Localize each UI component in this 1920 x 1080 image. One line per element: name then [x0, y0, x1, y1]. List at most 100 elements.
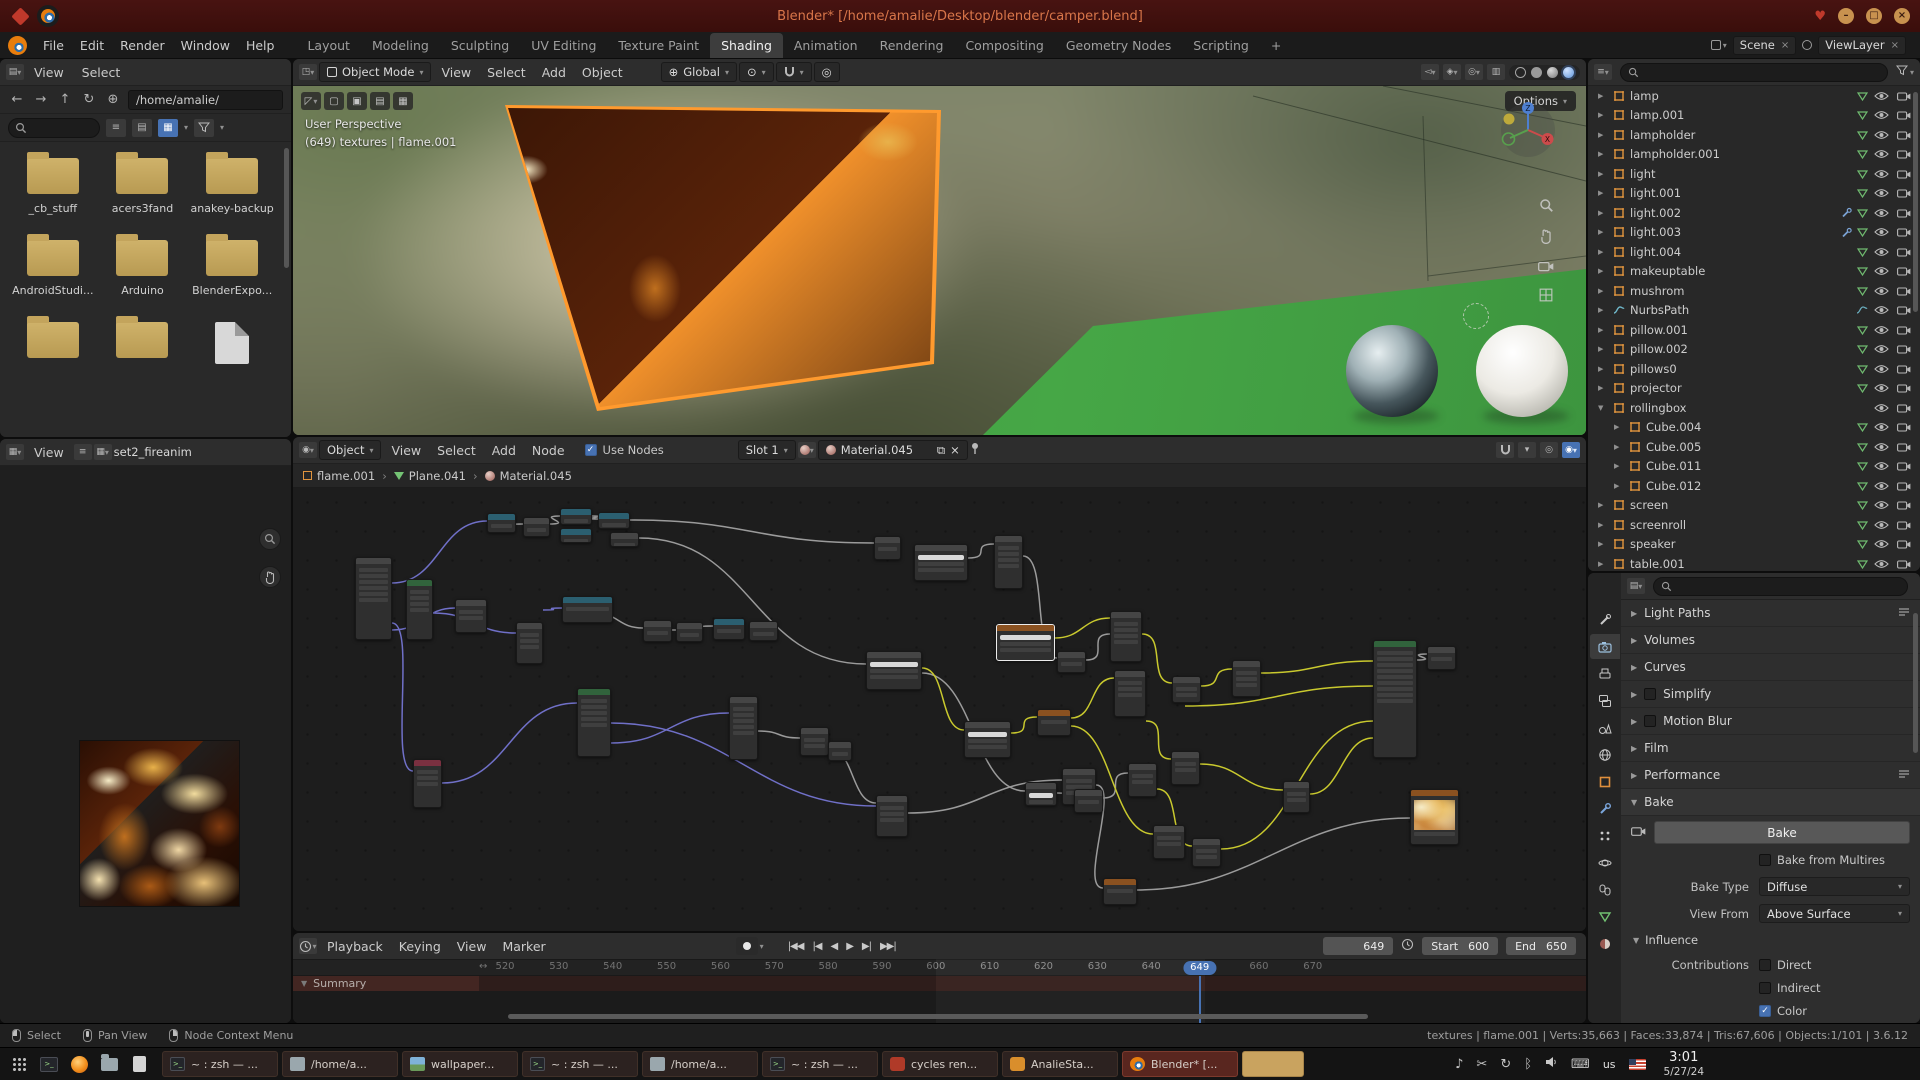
shader-node[interactable]	[1114, 670, 1146, 717]
outliner-item-rollingbox[interactable]: ▼rollingbox	[1588, 398, 1920, 418]
shader-node[interactable]	[355, 557, 392, 640]
disclosure-arrow-icon[interactable]: ▶	[1598, 345, 1607, 353]
outliner-item-light-001[interactable]: ▶light.001	[1588, 184, 1920, 204]
music-icon[interactable]: ♪	[1455, 1057, 1463, 1072]
pivot-dropdown[interactable]: ⊙▾	[739, 62, 774, 82]
render-camera-icon[interactable]	[1895, 325, 1912, 335]
workspace-tab-uv-editing[interactable]: UV Editing	[520, 33, 607, 58]
properties-tab-modifiers[interactable]	[1590, 796, 1620, 821]
shading-material-icon[interactable]	[1547, 67, 1558, 78]
image-name[interactable]: set2_fireanim	[114, 445, 192, 459]
viewlayer-selector[interactable]: ViewLayer ×	[1818, 36, 1906, 55]
visibility-eye-icon[interactable]	[1873, 422, 1890, 432]
shader-node[interactable]	[866, 651, 922, 690]
blender-menu-icon[interactable]	[8, 36, 27, 55]
taskbar-window-analiesta[interactable]: AnalieSta...	[1002, 1051, 1118, 1077]
copy-material-icon[interactable]: ⧉	[937, 443, 945, 458]
bake-type-dropdown[interactable]: Diffuse▾	[1759, 877, 1910, 896]
shader-node[interactable]	[413, 759, 442, 808]
workspace-tab-modeling[interactable]: Modeling	[361, 33, 440, 58]
shader-node[interactable]	[1057, 651, 1086, 673]
timeline-scrollbar[interactable]	[508, 1014, 1368, 1019]
viewport-canvas[interactable]: User Perspective (649) textures | flame.…	[293, 86, 1586, 435]
shader-node[interactable]	[577, 688, 611, 757]
image-editor-canvas[interactable]	[0, 466, 291, 1023]
proportional-edit-icon[interactable]: ◎	[814, 62, 840, 82]
shader-node[interactable]	[1427, 646, 1456, 670]
auto-keyframe-dropdown-icon[interactable]: ▾	[760, 942, 764, 951]
shader-node[interactable]	[1074, 789, 1103, 813]
visibility-eye-icon[interactable]	[1873, 500, 1890, 510]
section-film[interactable]: ▶Film	[1621, 735, 1920, 762]
shader-node[interactable]	[1103, 878, 1137, 905]
visibility-eye-icon[interactable]	[1873, 188, 1890, 198]
tool-icon[interactable]: ▢	[324, 92, 344, 110]
grid-toggle-icon[interactable]	[1539, 288, 1553, 305]
zoom-icon[interactable]	[259, 528, 281, 550]
up-icon[interactable]: ↑	[56, 92, 74, 107]
visibility-eye-icon[interactable]	[1873, 325, 1890, 335]
jump-to-start-button[interactable]: |◀◀	[788, 941, 804, 952]
visibility-eye-icon[interactable]	[1873, 227, 1890, 237]
render-camera-icon[interactable]	[1895, 344, 1912, 354]
shader-node[interactable]	[713, 618, 745, 640]
taskbar-window-zsh[interactable]: >_~ : zsh — ...	[522, 1051, 638, 1077]
workspace-tab-geometry-nodes[interactable]: Geometry Nodes	[1055, 33, 1182, 58]
display-details-icon[interactable]: ▤	[132, 119, 152, 137]
visibility-eye-icon[interactable]	[1873, 110, 1890, 120]
hamburger-icon[interactable]: ≡	[74, 444, 92, 460]
shader-node[interactable]	[1232, 660, 1261, 697]
show-apps-icon[interactable]	[6, 1051, 32, 1077]
volume-icon[interactable]	[1545, 1056, 1558, 1072]
visibility-eye-icon[interactable]	[1873, 539, 1890, 549]
checkbox-color[interactable]	[1759, 1005, 1771, 1017]
outliner-item-lamp-001[interactable]: ▶lamp.001	[1588, 106, 1920, 126]
taskbar-window-wallpaper[interactable]: wallpaper...	[402, 1051, 518, 1077]
shader-node[interactable]	[455, 599, 487, 633]
shader-node[interactable]	[964, 721, 1011, 758]
menu-file[interactable]: File	[35, 34, 72, 57]
outliner-item-pillow-002[interactable]: ▶pillow.002	[1588, 340, 1920, 360]
file-item[interactable]: _cb_stuff	[8, 158, 98, 216]
taskbar-window-home-a[interactable]: /home/a...	[282, 1051, 398, 1077]
slot-dropdown[interactable]: Slot 1▾	[738, 440, 796, 460]
shader-node[interactable]	[1172, 676, 1201, 703]
start-frame-field[interactable]: Start600	[1422, 937, 1498, 955]
pan-hand-icon[interactable]	[1539, 229, 1553, 247]
visibility-eye-icon[interactable]	[1873, 286, 1890, 296]
overlays-icon[interactable]: ◎▾	[1465, 64, 1483, 80]
clock[interactable]: 3:01 5/27/24	[1664, 1050, 1704, 1078]
render-camera-icon[interactable]	[1895, 188, 1912, 198]
node-canvas[interactable]	[293, 488, 1586, 931]
visibility-eye-icon[interactable]	[1873, 91, 1890, 101]
snap-icon[interactable]	[1496, 442, 1514, 458]
visibility-eye-icon[interactable]	[1873, 403, 1890, 413]
breadcrumb-item-material-045[interactable]: Material.045	[485, 469, 572, 483]
outliner-item-screen[interactable]: ▶screen	[1588, 496, 1920, 516]
firefox-launcher-icon[interactable]	[66, 1051, 92, 1077]
render-camera-icon[interactable]	[1895, 208, 1912, 218]
back-icon[interactable]: ←	[8, 92, 26, 107]
close-button[interactable]: ×	[1894, 8, 1910, 24]
jump-to-end-button[interactable]: ▶▶|	[880, 941, 896, 952]
render-camera-icon[interactable]	[1895, 383, 1912, 393]
properties-tab-physics[interactable]	[1590, 850, 1620, 875]
section-motion-blur[interactable]: ▶Motion Blur	[1621, 708, 1920, 735]
orientation-dropdown[interactable]: ⊕Global▾	[661, 62, 737, 82]
gizmos-icon[interactable]: ◈▾	[1443, 64, 1461, 80]
outliner-item-light-002[interactable]: ▶light.002	[1588, 203, 1920, 223]
visibility-eye-icon[interactable]	[1873, 520, 1890, 530]
render-camera-icon[interactable]	[1895, 539, 1912, 549]
pan-hand-icon[interactable]	[259, 566, 281, 588]
visibility-eye-icon[interactable]	[1873, 461, 1890, 471]
shader-node[interactable]	[560, 508, 592, 525]
disclosure-arrow-icon[interactable]: ▼	[1598, 404, 1607, 412]
shader-node[interactable]	[1410, 789, 1459, 845]
display-size-dropdown-icon[interactable]: ▾	[184, 123, 188, 132]
shading-rendered-icon[interactable]	[1563, 67, 1574, 78]
timeline-menu-view[interactable]: View	[449, 935, 495, 958]
tool-icon[interactable]: ▦	[393, 92, 413, 110]
shader-node[interactable]	[523, 517, 550, 537]
shader-node[interactable]	[828, 741, 852, 761]
timeline-channels[interactable]: ▼Summary	[293, 976, 1586, 1023]
